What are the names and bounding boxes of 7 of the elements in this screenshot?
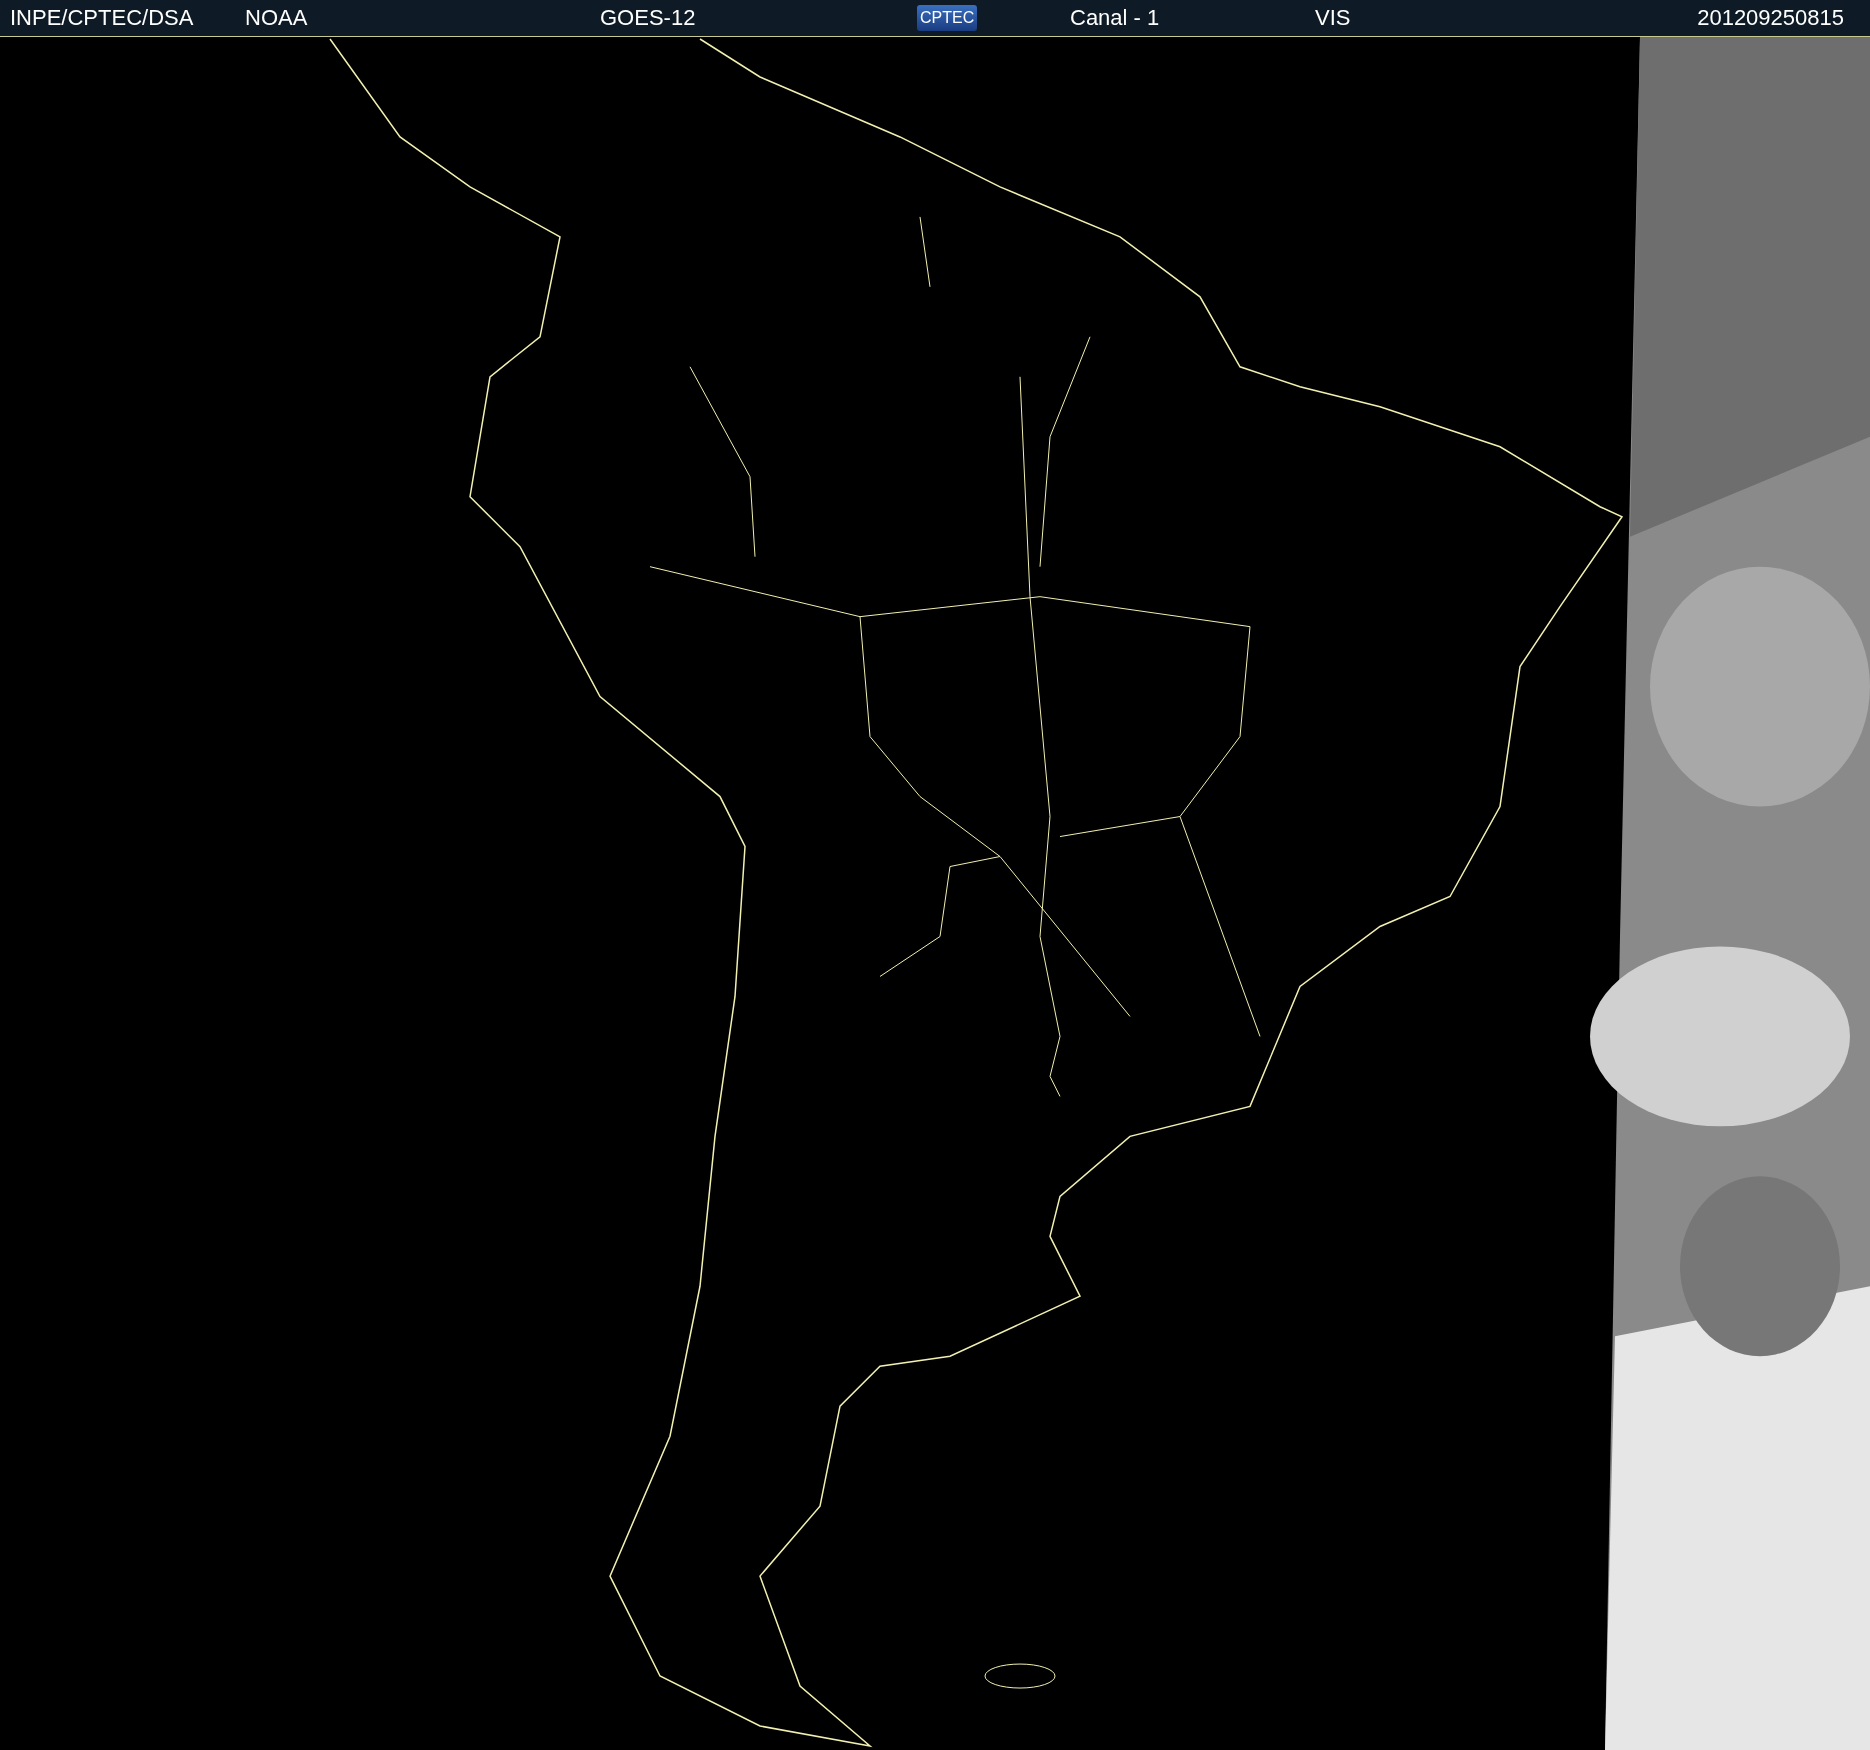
satellite-label: GOES-12 — [600, 5, 696, 31]
source-label: INPE/CPTEC/DSA — [10, 5, 194, 31]
timestamp-label: 201209250815 — [1697, 5, 1844, 31]
channel-label: Canal - 1 — [1070, 5, 1160, 31]
agency-label: NOAA — [245, 5, 308, 31]
band-label: VIS — [1315, 5, 1351, 31]
logo: CPTEC — [917, 5, 978, 31]
